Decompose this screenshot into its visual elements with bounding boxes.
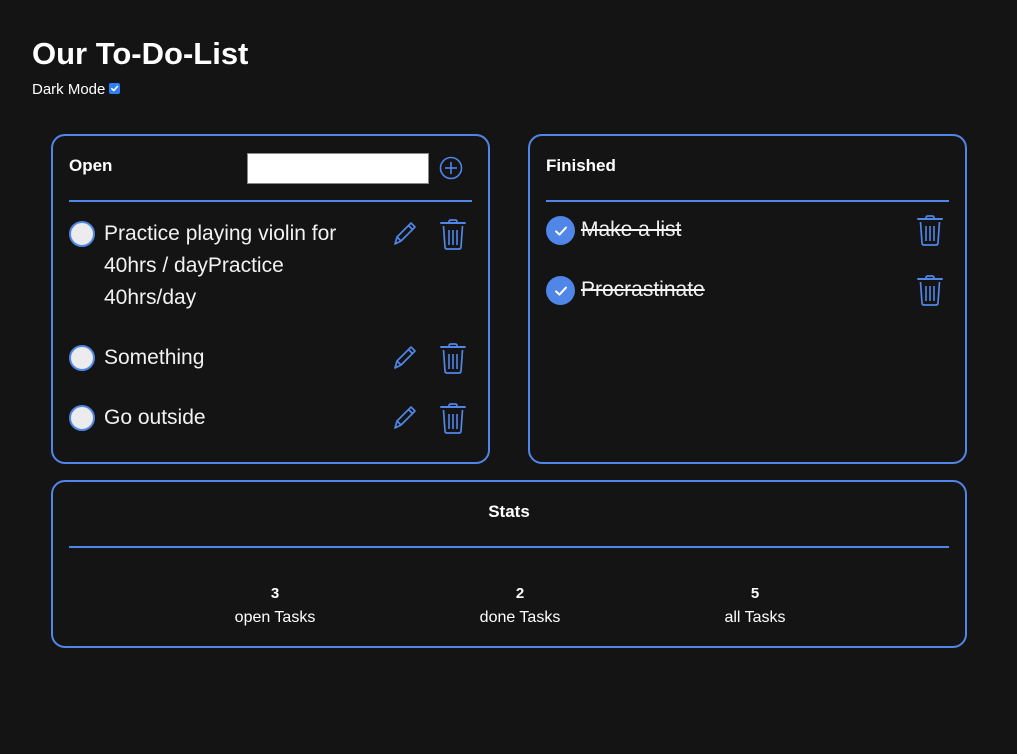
- stats-card-title: Stats: [488, 502, 530, 521]
- open-card-header: Open: [69, 136, 472, 202]
- finished-task-item: Procrastinate: [546, 274, 949, 308]
- complete-task-checkbox[interactable]: [69, 345, 95, 371]
- open-tasks-card: Open Practice playing violin for 40hrs /…: [51, 134, 490, 464]
- stat-all: 5 all Tasks: [695, 582, 815, 630]
- finished-card-title: Finished: [546, 156, 616, 175]
- check-circle-icon[interactable]: [546, 216, 575, 245]
- trash-icon[interactable]: [440, 218, 466, 250]
- task-text: Go outside: [104, 406, 206, 429]
- trash-icon[interactable]: [440, 342, 466, 374]
- done-count: 2: [515, 585, 525, 602]
- open-card-title: Open: [69, 156, 113, 175]
- new-task-input[interactable]: [247, 153, 429, 184]
- stat-done: 2 done Tasks: [460, 582, 580, 630]
- check-icon: [554, 286, 567, 296]
- dark-mode-checkbox[interactable]: [109, 83, 121, 94]
- complete-task-checkbox[interactable]: [69, 221, 95, 247]
- all-count: 5: [750, 585, 760, 602]
- open-count: 3: [270, 585, 280, 602]
- done-label: done Tasks: [479, 609, 561, 626]
- open-task-item: Practice playing violin for 40hrs / dayP…: [69, 218, 472, 314]
- dark-mode-label: Dark Mode: [32, 81, 106, 98]
- check-icon: [554, 226, 567, 236]
- all-label: all Tasks: [724, 609, 786, 626]
- check-icon: [111, 85, 119, 92]
- open-task-item: Go outside: [69, 402, 472, 436]
- trash-icon[interactable]: [440, 402, 466, 434]
- open-task-item: Something: [69, 342, 472, 376]
- finished-card-header: Finished: [546, 136, 949, 202]
- task-text: Make a list: [581, 218, 682, 241]
- check-circle-icon[interactable]: [546, 276, 575, 305]
- open-label: open Tasks: [234, 609, 316, 626]
- stat-open: 3 open Tasks: [215, 582, 335, 630]
- task-text: Procrastinate: [581, 278, 705, 301]
- plus-circle-icon[interactable]: [439, 156, 463, 180]
- finished-tasks-card: Finished Make a list Procrastinate: [528, 134, 967, 464]
- dark-mode-toggle[interactable]: Dark Mode: [32, 81, 121, 98]
- pencil-icon[interactable]: [392, 343, 418, 371]
- pencil-icon[interactable]: [392, 219, 418, 247]
- task-text: Practice playing violin for 40hrs / dayP…: [104, 222, 337, 309]
- task-text: Something: [104, 346, 205, 369]
- complete-task-checkbox[interactable]: [69, 405, 95, 431]
- trash-icon[interactable]: [917, 214, 943, 246]
- pencil-icon[interactable]: [392, 403, 418, 431]
- stats-card: Stats 3 open Tasks 2 done Tasks 5 all Ta…: [51, 480, 967, 648]
- finished-task-item: Make a list: [546, 214, 949, 248]
- page-title: Our To-Do-List: [32, 36, 249, 71]
- trash-icon[interactable]: [917, 274, 943, 306]
- stats-card-header: Stats: [69, 482, 949, 548]
